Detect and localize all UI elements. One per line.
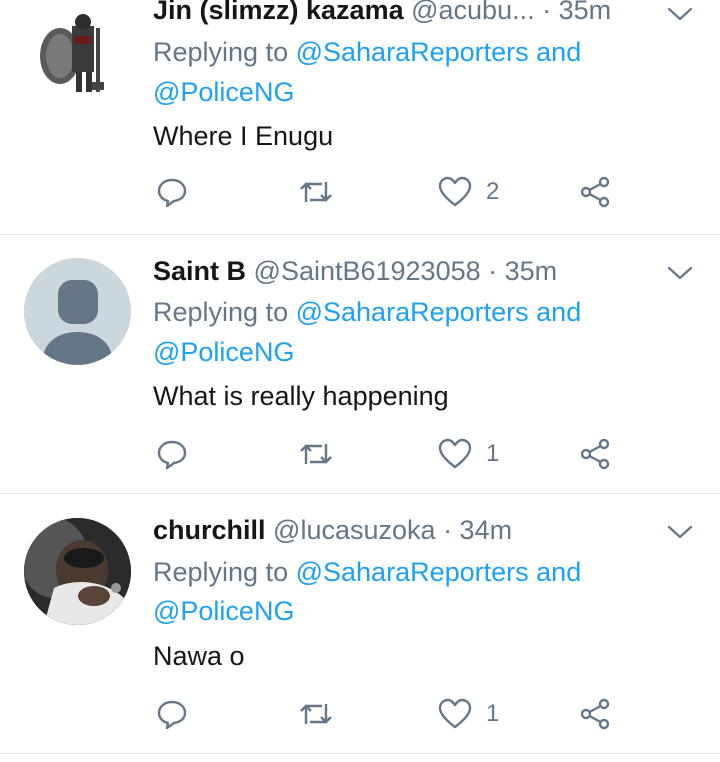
heart-icon — [438, 698, 472, 729]
tweet-2[interactable]: Saint B @SaintB61923058 · 35m Replying t… — [0, 235, 720, 494]
share-button[interactable] — [580, 696, 612, 732]
retweet-icon — [300, 444, 332, 464]
replying-to: Replying to @SaharaReporters and — [153, 292, 581, 332]
and-others-link[interactable]: and — [536, 37, 581, 67]
share-button[interactable] — [580, 436, 612, 472]
share-icon — [580, 176, 610, 208]
replying-prefix: Replying to — [153, 557, 289, 587]
mention-link[interactable]: @SaharaReporters — [296, 37, 529, 67]
user-handle[interactable]: @SaintB61923058 — [254, 256, 481, 286]
heart-icon — [438, 176, 472, 207]
replying-to-cont: @PoliceNG — [153, 72, 294, 112]
and-others-link[interactable]: and — [536, 297, 581, 327]
mention-link[interactable]: @PoliceNG — [153, 596, 294, 626]
like-button[interactable]: 1 — [438, 696, 499, 732]
replying-to-cont: @PoliceNG — [153, 332, 294, 372]
timestamp[interactable]: · 35m — [542, 0, 611, 25]
display-name[interactable]: churchill — [153, 515, 266, 545]
reply-button[interactable] — [156, 696, 188, 732]
replying-prefix: Replying to — [153, 37, 289, 67]
tweet-1[interactable]: Jin (slimzz) kazama @acubu... · 35m Repl… — [0, 0, 720, 235]
like-count: 1 — [486, 700, 500, 727]
retweet-icon — [300, 182, 332, 202]
mention-link[interactable]: @SaharaReporters — [296, 557, 529, 587]
tweet-header: Saint B @SaintB61923058 · 35m — [153, 253, 557, 289]
default-person-icon — [24, 258, 131, 365]
user-handle[interactable]: @lucasuzoka — [273, 515, 436, 545]
photo-avatar[interactable] — [24, 518, 131, 625]
like-button[interactable]: 2 — [438, 174, 499, 210]
tweet-text: Where I Enugu — [153, 121, 334, 151]
replying-to: Replying to @SaharaReporters and — [153, 32, 581, 72]
retweet-button[interactable] — [298, 174, 334, 210]
tweet-text: What is really happening — [153, 381, 449, 411]
tweet-3[interactable]: churchill @lucasuzoka · 34m Replying to … — [0, 494, 720, 754]
replying-prefix: Replying to — [153, 297, 289, 327]
retweet-icon — [300, 704, 332, 724]
reply-icon — [157, 700, 187, 730]
chevron-down-icon[interactable] — [666, 263, 694, 283]
timestamp[interactable]: · 35m — [488, 256, 557, 286]
tweet-header: Jin (slimzz) kazama @acubu... · 35m — [153, 0, 611, 28]
retweet-button[interactable] — [298, 436, 334, 472]
display-name[interactable]: Jin (slimzz) kazama — [153, 0, 404, 25]
reply-button[interactable] — [156, 174, 188, 210]
like-count: 2 — [486, 178, 500, 205]
replying-to-cont: @PoliceNG — [153, 591, 294, 631]
reply-icon — [157, 178, 187, 208]
reply-icon — [157, 440, 187, 470]
replying-to: Replying to @SaharaReporters and — [153, 552, 581, 592]
mention-link[interactable]: @PoliceNG — [153, 337, 294, 367]
like-button[interactable]: 1 — [438, 436, 499, 472]
tweet-header: churchill @lucasuzoka · 34m — [153, 512, 512, 548]
reply-button[interactable] — [156, 436, 188, 472]
retweet-button[interactable] — [298, 696, 334, 732]
default-avatar[interactable] — [24, 258, 131, 365]
display-name[interactable]: Saint B — [153, 256, 246, 286]
armored-knight-icon — [30, 0, 120, 96]
user-photo-icon — [24, 518, 131, 625]
chevron-down-icon[interactable] — [666, 4, 694, 24]
share-icon — [580, 698, 610, 730]
share-button[interactable] — [580, 174, 612, 210]
mention-link[interactable]: @PoliceNG — [153, 77, 294, 107]
mention-link[interactable]: @SaharaReporters — [296, 297, 529, 327]
timestamp[interactable]: · 34m — [443, 515, 512, 545]
share-icon — [580, 438, 610, 470]
chevron-down-icon[interactable] — [666, 522, 694, 542]
avatar-knight[interactable] — [30, 0, 120, 96]
and-others-link[interactable]: and — [536, 557, 581, 587]
like-count: 1 — [486, 440, 500, 467]
heart-icon — [438, 438, 472, 469]
tweet-text: Nawa o — [153, 641, 245, 671]
user-handle[interactable]: @acubu... — [411, 0, 534, 25]
